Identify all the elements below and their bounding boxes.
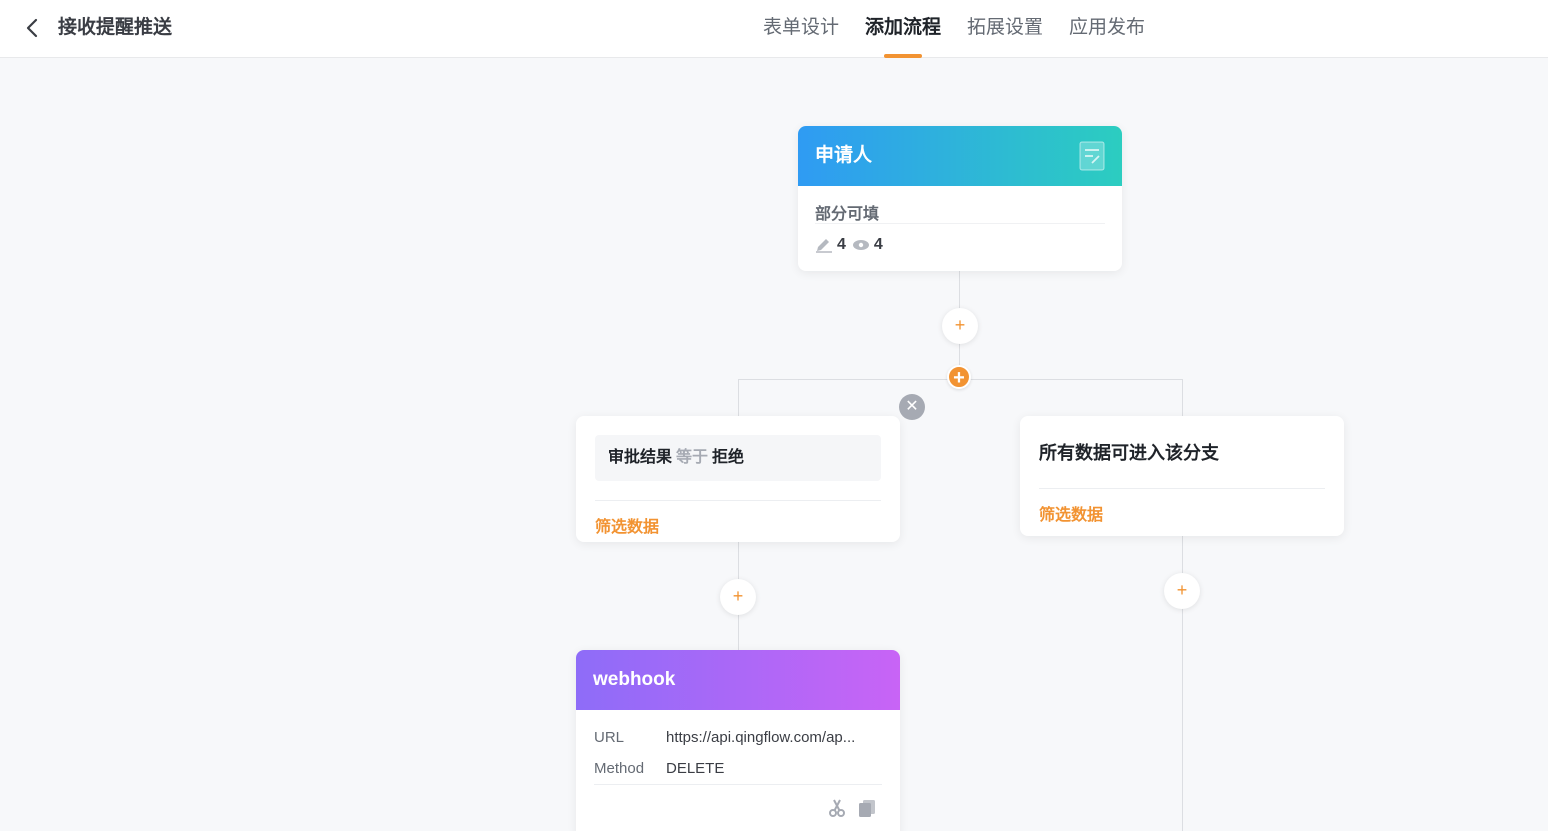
url-value: https://api.qingflow.com/ap... <box>666 729 856 746</box>
divider <box>1039 488 1325 489</box>
webhook-url-row: URL https://api.qingflow.com/ap... <box>594 728 880 748</box>
editable-count: 4 <box>837 236 846 253</box>
connector-line <box>1182 379 1183 417</box>
back-button[interactable] <box>22 16 44 40</box>
add-node-button-left-branch[interactable]: + <box>720 579 756 615</box>
applicant-node-header: 申请人 <box>798 126 1122 186</box>
pencil-icon <box>816 239 832 253</box>
webhook-node[interactable]: webhook URL https://api.qingflow.com/ap..… <box>576 650 900 831</box>
scissors-icon[interactable] <box>827 798 847 818</box>
add-branch-button[interactable]: + <box>947 365 971 389</box>
condition-value: 拒绝 <box>712 449 745 466</box>
top-bar: 接收提醒推送 表单设计 添加流程 拓展设置 应用发布 <box>0 0 1548 58</box>
condition-field: 审批结果 <box>608 449 673 466</box>
divider <box>815 223 1105 224</box>
divider <box>595 500 881 501</box>
divider <box>594 784 882 785</box>
applicant-permission-label: 部分可填 <box>815 206 880 223</box>
add-node-button[interactable]: + <box>942 308 978 344</box>
condition-operator: 等于 <box>676 449 709 466</box>
eye-icon <box>852 240 869 250</box>
method-label: Method <box>594 760 645 777</box>
add-node-button-right-branch[interactable]: + <box>1164 573 1200 609</box>
visible-count: 4 <box>873 236 883 253</box>
webhook-node-title: webhook <box>593 669 676 690</box>
applicant-node-title: 申请人 <box>815 145 873 166</box>
tab-form-design[interactable]: 表单设计 <box>750 0 852 58</box>
main-tabs: 表单设计 添加流程 拓展设置 应用发布 <box>750 0 1158 58</box>
branch-condition[interactable]: 审批结果 等于 拒绝 <box>595 435 881 481</box>
method-value: DELETE <box>666 760 725 777</box>
delete-branch-button[interactable]: ✕ <box>899 394 925 420</box>
url-label: URL <box>594 729 625 746</box>
applicant-node[interactable]: 申请人 部分可填 4 4 <box>798 126 1122 271</box>
tab-app-publish[interactable]: 应用发布 <box>1056 0 1158 58</box>
webhook-method-row: Method DELETE <box>594 759 880 779</box>
applicant-field-stats: 4 4 <box>815 236 889 254</box>
branch-default-node[interactable]: 所有数据可进入该分支 筛选数据 <box>1020 416 1344 536</box>
filter-data-link[interactable]: 筛选数据 <box>1039 501 1103 525</box>
document-edit-icon <box>1079 141 1105 171</box>
connector-line <box>738 379 739 417</box>
flow-canvas: 申请人 部分可填 4 4 + + 审批结果 等于 拒绝 筛选数据 ✕ 所有数据可… <box>0 58 1548 831</box>
branch-condition-node[interactable]: 审批结果 等于 拒绝 筛选数据 <box>576 416 900 542</box>
copy-icon[interactable] <box>857 798 877 818</box>
page-title: 接收提醒推送 <box>58 17 173 38</box>
chevron-left-icon <box>26 18 38 38</box>
branch-default-title: 所有数据可进入该分支 <box>1039 443 1219 463</box>
tab-extension-settings[interactable]: 拓展设置 <box>954 0 1056 58</box>
filter-data-link[interactable]: 筛选数据 <box>595 513 659 537</box>
tab-add-process[interactable]: 添加流程 <box>852 0 954 58</box>
webhook-node-header: webhook <box>576 650 900 710</box>
